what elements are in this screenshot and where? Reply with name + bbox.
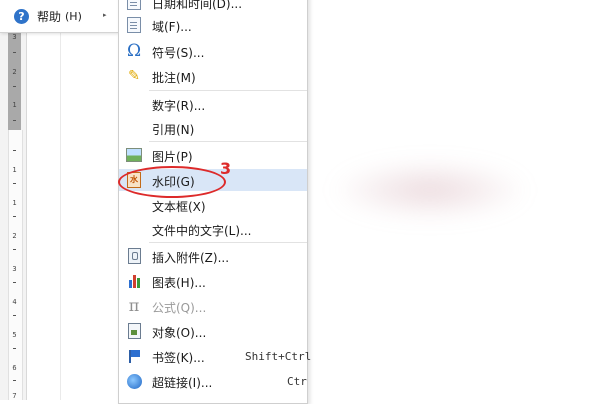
ruler-tick: 5 bbox=[12, 331, 17, 339]
menu-item-label: 图片(P) bbox=[152, 150, 193, 164]
menu-item-hyperlink[interactable]: 超链接(I)... Ctr bbox=[119, 370, 307, 392]
parent-menu: ? 帮助 (H) ▸ bbox=[0, 0, 118, 33]
ruler-dash bbox=[13, 249, 16, 250]
vertical-ruler: 3 2 1 1 1 2 3 4 5 6 7 bbox=[0, 0, 27, 400]
ruler-dash bbox=[13, 52, 16, 53]
ruler-dash bbox=[13, 348, 16, 349]
help-shortcut: (H) bbox=[65, 10, 82, 23]
ruler-tick: 2 bbox=[12, 232, 17, 240]
chart-icon bbox=[126, 273, 142, 289]
menu-item-label: 对象(O)... bbox=[152, 326, 207, 340]
menu-item-label: 公式(Q)... bbox=[152, 301, 207, 315]
menu-item-date-time[interactable]: 日期和时间(D)... bbox=[119, 0, 307, 13]
menu-item-shortcut: Ctr bbox=[287, 375, 307, 388]
menu-item-symbol[interactable]: Ω 符号(S)... bbox=[119, 40, 307, 62]
blurred-background bbox=[330, 160, 530, 220]
object-icon bbox=[126, 323, 142, 339]
menu-item-label: 域(F)... bbox=[152, 20, 192, 34]
menu-item-label: 文件中的文字(L)... bbox=[152, 224, 252, 238]
menu-item-number[interactable]: 数字(R)... bbox=[119, 93, 307, 115]
help-label: 帮助 bbox=[37, 10, 62, 24]
menu-item-help[interactable]: ? 帮助 (H) bbox=[14, 8, 82, 25]
menu-item-reference[interactable]: 引用(N) bbox=[119, 117, 307, 139]
omega-icon: Ω bbox=[126, 41, 142, 61]
menu-item-insert-attachment[interactable]: 插入附件(Z)... bbox=[119, 245, 307, 267]
ruler-dash bbox=[13, 183, 16, 184]
menu-separator bbox=[149, 242, 307, 243]
menu-item-bookmark[interactable]: 书签(K)... Shift+Ctrl bbox=[119, 345, 311, 367]
menu-item-label: 日期和时间(D)... bbox=[152, 0, 243, 11]
menu-item-label: 文本框(X) bbox=[152, 200, 206, 214]
ruler-dash bbox=[13, 315, 16, 316]
ruler-dash bbox=[13, 86, 16, 87]
menu-item-label: 批注(M) bbox=[152, 71, 196, 85]
document-page[interactable] bbox=[60, 28, 121, 400]
ruler-dash bbox=[13, 216, 16, 217]
ruler-tick: 1 bbox=[12, 166, 17, 174]
field-icon bbox=[126, 17, 142, 33]
menu-item-formula: π 公式(Q)... bbox=[119, 295, 307, 317]
menu-item-shortcut: Shift+Ctrl bbox=[245, 350, 312, 363]
ruler-tick: 1 bbox=[12, 199, 17, 207]
insert-submenu: 日期和时间(D)... 域(F)... Ω 符号(S)... ✎ 批注(M) 数… bbox=[118, 0, 311, 404]
menu-item-label: 符号(S)... bbox=[152, 46, 205, 60]
bookmark-flag-icon bbox=[126, 348, 142, 364]
menu-item-label: 插入附件(Z)... bbox=[152, 251, 230, 265]
ruler-tick: 2 bbox=[12, 68, 17, 76]
menu-item-text-box[interactable]: 文本框(X) bbox=[119, 194, 307, 216]
picture-icon bbox=[126, 147, 142, 163]
menu-item-comment[interactable]: ✎ 批注(M) bbox=[119, 65, 307, 87]
ruler-tick: 3 bbox=[12, 33, 17, 41]
menu-item-object[interactable]: 对象(O)... bbox=[119, 320, 307, 342]
help-icon: ? bbox=[14, 9, 29, 24]
menu-separator bbox=[149, 90, 307, 91]
menu-item-chart[interactable]: 图表(H)... bbox=[119, 270, 307, 292]
menu-item-field[interactable]: 域(F)... bbox=[119, 14, 307, 36]
annotation-circle bbox=[118, 166, 226, 198]
ruler-tick: 6 bbox=[12, 364, 17, 372]
pi-icon: π bbox=[128, 296, 140, 315]
ruler-dash bbox=[13, 150, 16, 151]
ruler-tick: 4 bbox=[12, 298, 17, 306]
menu-item-label: 数字(R)... bbox=[152, 99, 206, 113]
menu-item-label: 书签(K)... bbox=[152, 351, 205, 365]
attachment-icon bbox=[126, 248, 142, 264]
hyperlink-globe-icon bbox=[126, 373, 142, 389]
menu-item-label: 超链接(I)... bbox=[152, 376, 213, 390]
menu-item-picture[interactable]: 图片(P) bbox=[119, 144, 307, 166]
menu-item-label: 图表(H)... bbox=[152, 276, 206, 290]
submenu-arrow-icon: ▸ bbox=[103, 11, 107, 19]
ruler-dash bbox=[13, 282, 16, 283]
comment-icon: ✎ bbox=[128, 68, 140, 84]
menu-item-text-from-file[interactable]: 文件中的文字(L)... bbox=[119, 218, 307, 240]
ruler-margin-area bbox=[8, 30, 21, 130]
menu-separator bbox=[149, 141, 307, 142]
ruler-dash bbox=[13, 120, 16, 121]
ruler-tick: 1 bbox=[12, 101, 17, 109]
ruler-tick: 3 bbox=[12, 265, 17, 273]
menu-item-label: 引用(N) bbox=[152, 123, 195, 137]
calendar-icon bbox=[126, 0, 142, 10]
ruler-tick: 7 bbox=[12, 392, 17, 400]
ruler-dash bbox=[13, 380, 16, 381]
annotation-step-number: 3 bbox=[220, 159, 232, 178]
